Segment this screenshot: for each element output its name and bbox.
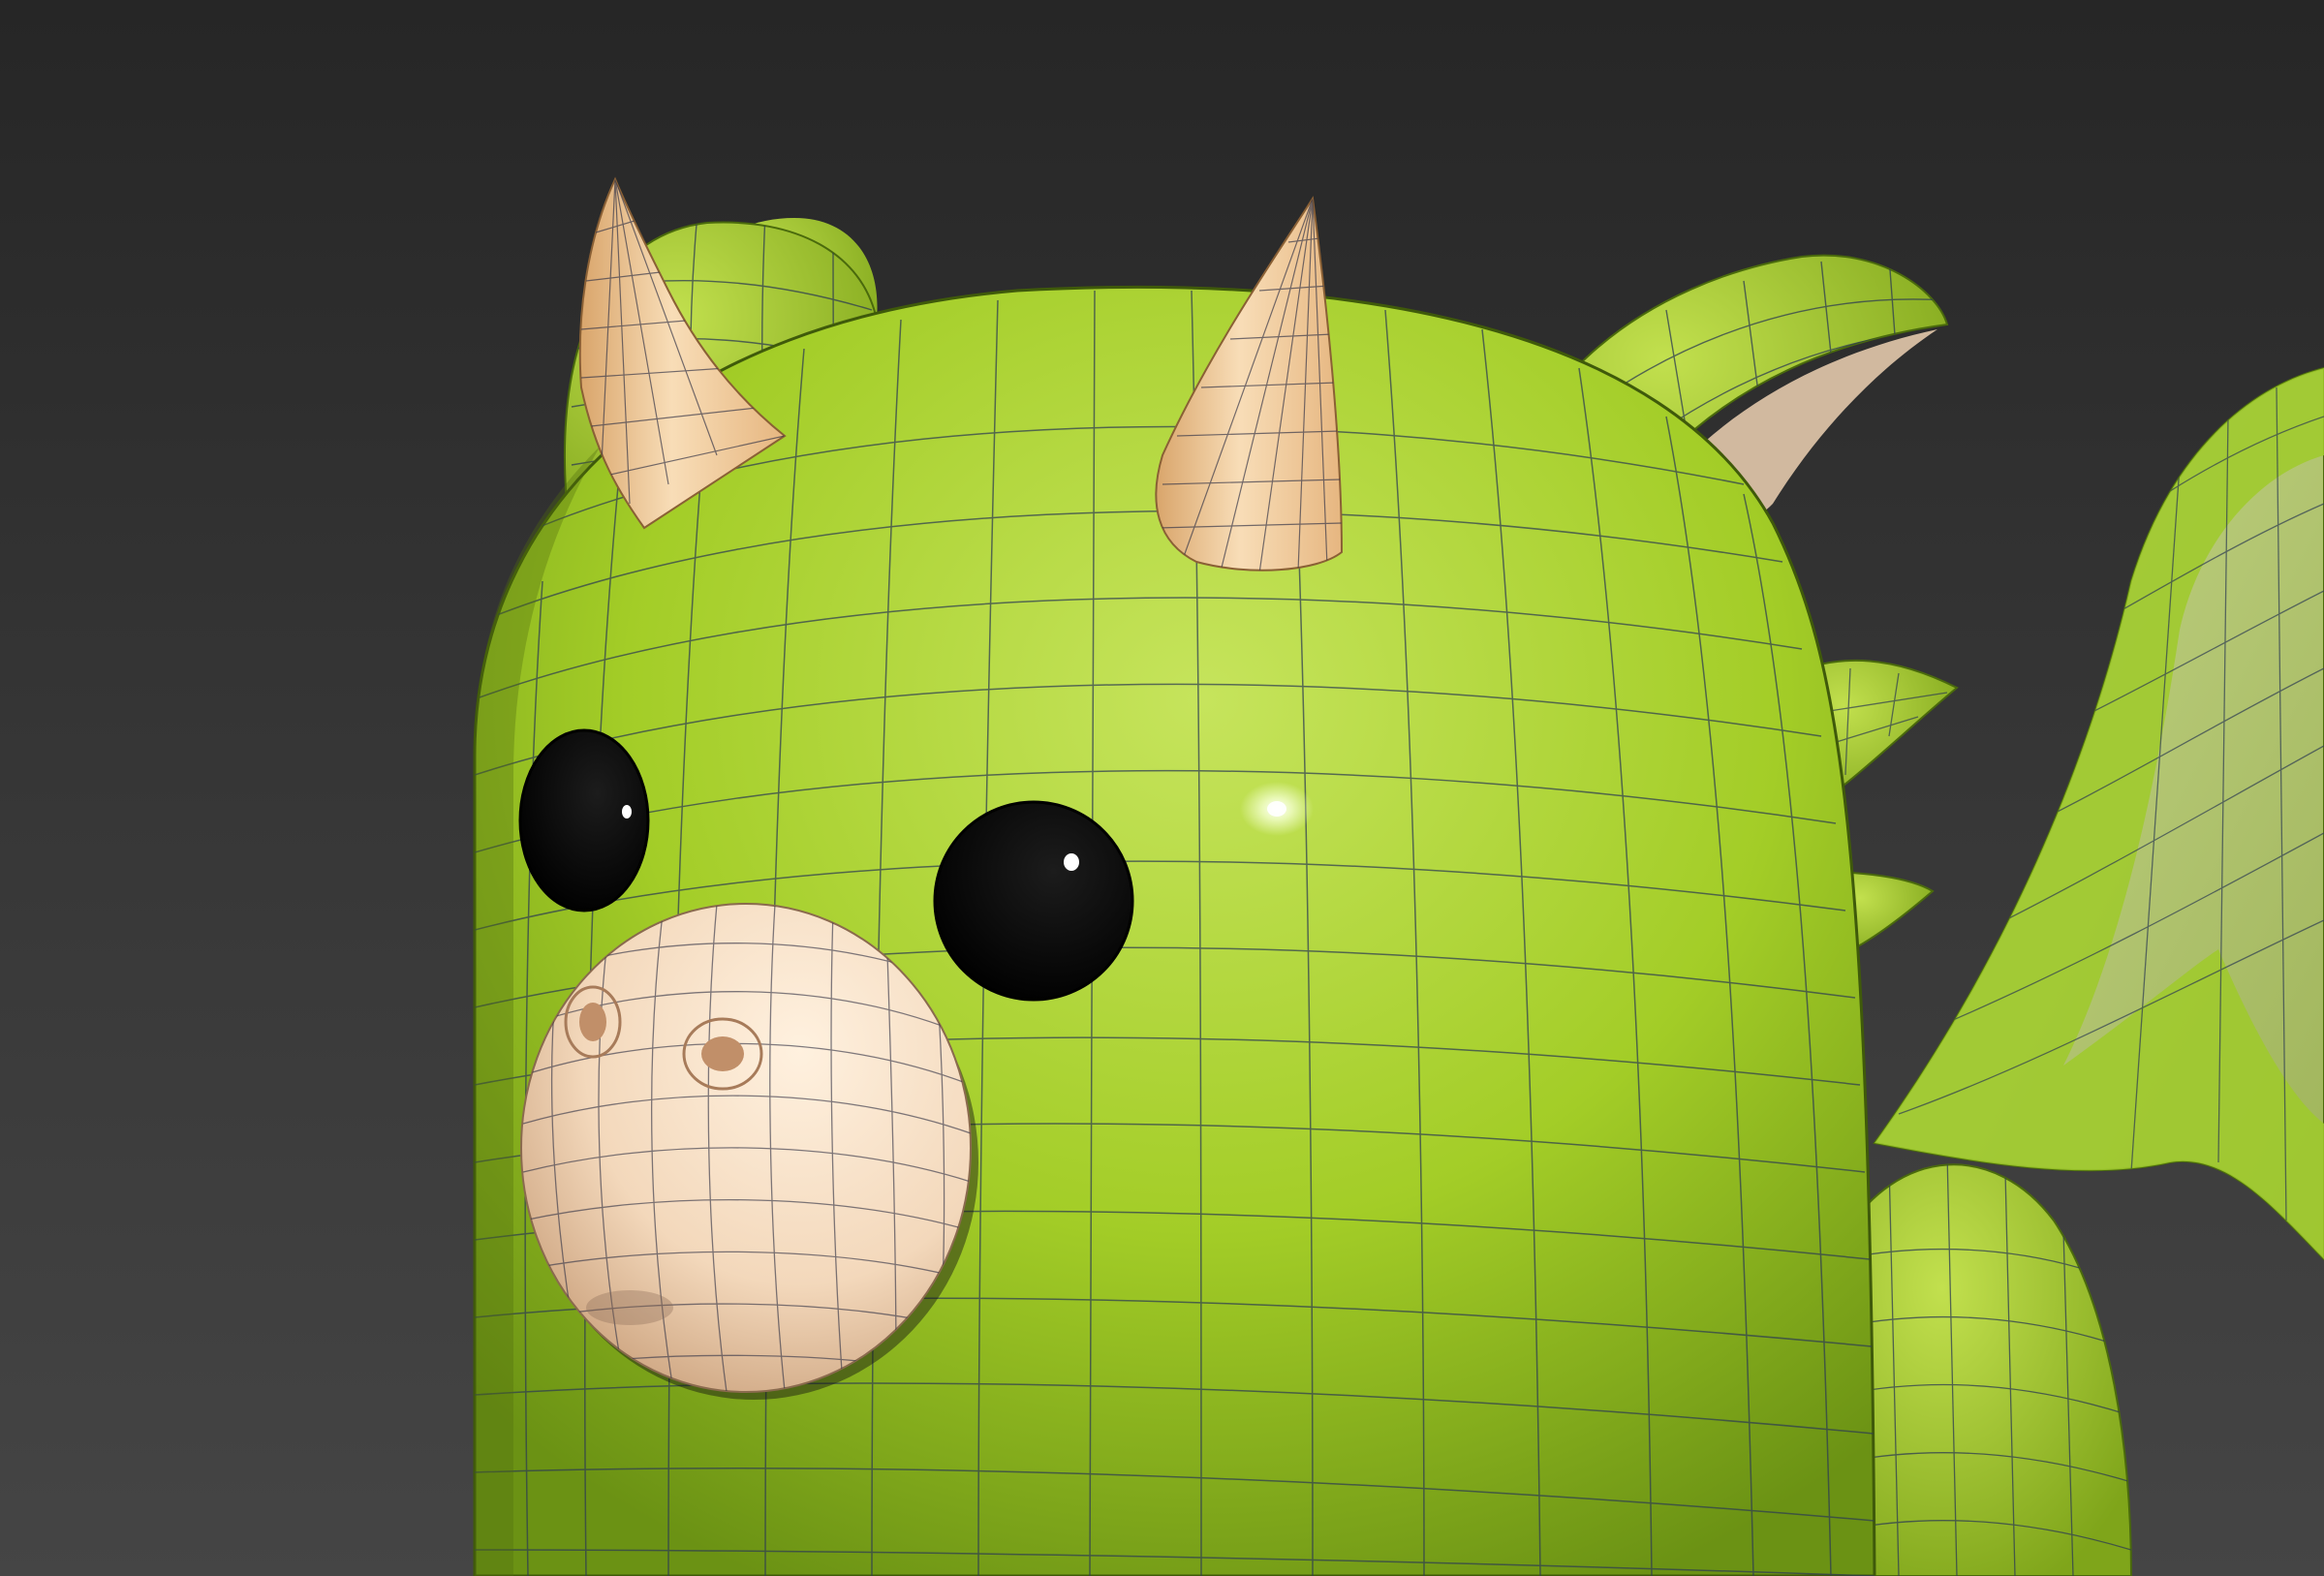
- 3d-viewport[interactable]: [0, 0, 2324, 1576]
- lower-body: [1840, 1163, 2133, 1576]
- right-eye: [933, 800, 1134, 1002]
- wing: [1873, 366, 2324, 1261]
- left-eye: [518, 728, 650, 912]
- dragon-model[interactable]: [0, 0, 2324, 1576]
